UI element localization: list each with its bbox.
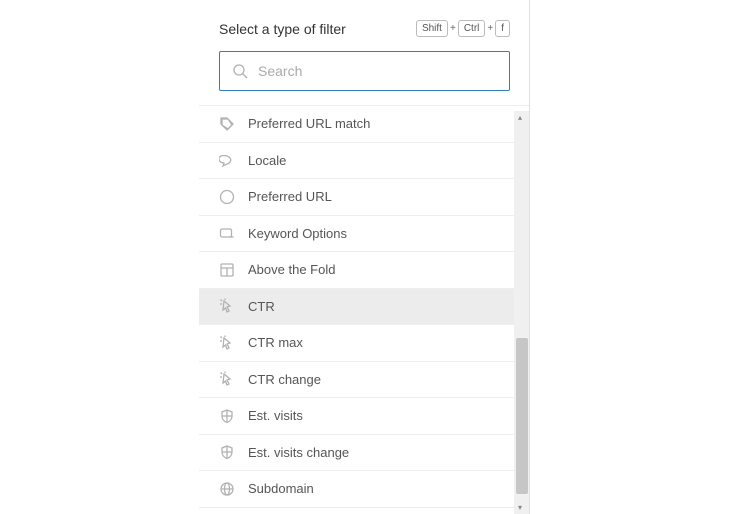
- scroll-up-icon[interactable]: ▴: [518, 114, 522, 122]
- question-icon: [219, 189, 235, 205]
- panel-title: Select a type of filter: [219, 21, 346, 37]
- tag-icon: [219, 116, 235, 132]
- search-icon: [232, 63, 248, 79]
- filter-panel: Select a type of filter Shift + Ctrl + f…: [199, 0, 530, 514]
- filter-item[interactable]: Above the Fold: [199, 252, 530, 289]
- search-box[interactable]: [219, 51, 510, 91]
- filter-item-label: Above the Fold: [248, 262, 335, 277]
- panel-divider: [529, 0, 530, 514]
- filter-item[interactable]: CTR: [199, 289, 530, 326]
- filter-item[interactable]: Preferred URL: [199, 179, 530, 216]
- filter-item-label: CTR max: [248, 335, 303, 350]
- plus-icon: +: [450, 23, 456, 34]
- filter-item[interactable]: Preferred URL match: [199, 106, 530, 143]
- filter-list: Preferred URL match Locale Preferred URL Ke…: [199, 105, 530, 508]
- filter-item-label: Subdomain: [248, 481, 314, 496]
- layout-icon: [219, 262, 235, 278]
- cursor-icon: [219, 371, 235, 387]
- options-icon: [219, 225, 235, 241]
- shield-icon: [219, 408, 235, 424]
- filter-item-label: Preferred URL: [248, 189, 332, 204]
- filter-item[interactable]: Subdomain: [199, 471, 530, 508]
- filter-item-label: Est. visits change: [248, 445, 349, 460]
- cursor-icon: [219, 335, 235, 351]
- plus-icon: +: [487, 23, 493, 34]
- globe-icon: [219, 481, 235, 497]
- scroll-down-icon[interactable]: ▾: [518, 504, 522, 512]
- search-input[interactable]: [258, 63, 497, 79]
- filter-item[interactable]: CTR max: [199, 325, 530, 362]
- cursor-icon: [219, 298, 235, 314]
- filter-item-label: CTR: [248, 299, 275, 314]
- key-ctrl: Ctrl: [458, 20, 486, 37]
- filter-item-label: Keyword Options: [248, 226, 347, 241]
- key-f: f: [495, 20, 510, 37]
- filter-item-label: CTR change: [248, 372, 321, 387]
- filter-item[interactable]: Locale: [199, 143, 530, 180]
- chat-icon: [219, 152, 235, 168]
- shield-icon: [219, 444, 235, 460]
- filter-item[interactable]: Est. visits: [199, 398, 530, 435]
- filter-item-label: Preferred URL match: [248, 116, 370, 131]
- scrollbar-track[interactable]: ▴ ▾: [514, 111, 530, 514]
- key-shift: Shift: [416, 20, 448, 37]
- filter-panel-header: Select a type of filter Shift + Ctrl + f: [199, 0, 530, 105]
- scrollbar-thumb[interactable]: [516, 338, 528, 494]
- filter-item[interactable]: Est. visits change: [199, 435, 530, 472]
- keyboard-shortcut: Shift + Ctrl + f: [416, 20, 510, 37]
- filter-item[interactable]: CTR change: [199, 362, 530, 399]
- filter-item-label: Est. visits: [248, 408, 303, 423]
- filter-item[interactable]: Keyword Options: [199, 216, 530, 253]
- filter-item-label: Locale: [248, 153, 286, 168]
